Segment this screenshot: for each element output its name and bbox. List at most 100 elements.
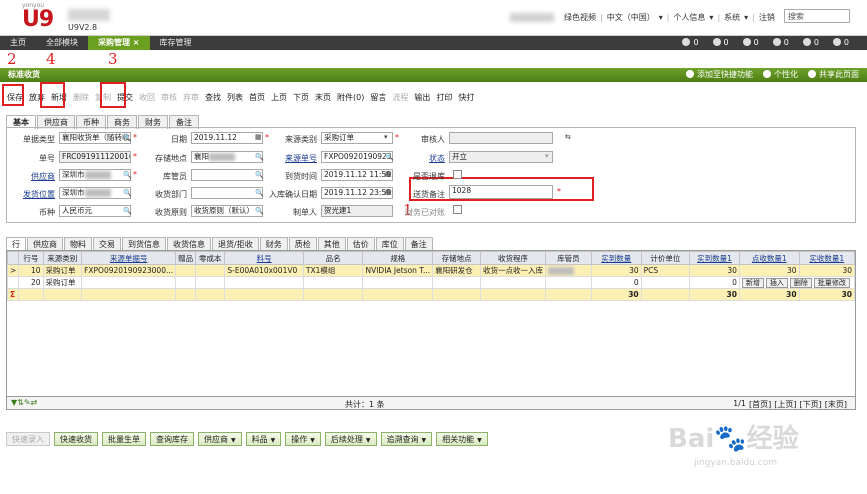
add-shortcut-link[interactable]: 添加至快捷功能 [686,68,753,82]
table-cell[interactable]: 0 [590,276,642,289]
counter[interactable]: 0 [832,38,849,47]
recall-button[interactable]: 收回 [136,92,158,103]
table-cell[interactable] [544,276,592,289]
column-header[interactable]: 品名 [302,251,364,265]
related-functions-menu-button[interactable]: 相关功能 ▼ [436,432,488,446]
tab-inventory[interactable]: 库存管理 [150,36,202,50]
arrival-time-field[interactable]: 2019.11.12 11:59:06 [321,169,393,181]
table-cell[interactable] [640,276,691,289]
column-header[interactable]: 来源类别 [42,251,83,265]
quick-receive-button[interactable]: 快速收货 [54,432,98,446]
first-page-button[interactable]: 首页 [246,92,268,103]
pager-prev-button[interactable]: [上页] [774,399,796,410]
workflow-button[interactable]: 流程 [389,92,411,103]
tab-line-qc[interactable]: 质检 [288,237,317,251]
counter[interactable]: 0 [772,38,789,47]
link-logout[interactable]: 注销 [759,12,775,23]
tab-line-transaction[interactable]: 交易 [93,237,121,251]
column-header[interactable]: 实收数量1 [798,251,855,265]
storage-location-field[interactable]: 襄阳 [191,151,263,163]
ship-location-label[interactable]: 发货位置 [11,189,55,200]
table-cell[interactable]: 0 [689,276,740,289]
source-type-select[interactable]: 采购订单 [321,132,393,144]
pager-first-button[interactable]: [首页] [749,399,771,410]
trace-query-menu-button[interactable]: 追溯查询 ▼ [380,432,433,446]
link-icon[interactable]: ⇆ [565,133,571,141]
last-page-button[interactable]: 末页 [312,92,334,103]
search-icon[interactable]: 🔍 [123,134,132,142]
date-field[interactable]: 2019.11.12 [191,132,263,144]
delete-button[interactable]: 删除 [70,92,92,103]
search-icon[interactable]: 🔍 [123,207,132,215]
source-no-field[interactable]: FXPO09201909230002 [321,151,393,163]
tab-line-bin[interactable]: 库位 [375,237,404,251]
counter[interactable]: 0 [802,38,819,47]
search-icon[interactable]: 🔍 [123,171,132,179]
link-system[interactable]: 系统 [724,12,740,23]
message-button[interactable]: 留言 [367,92,389,103]
calendar-icon[interactable]: ▦ [255,133,262,141]
chevron-down-icon[interactable]: ▾ [384,133,388,141]
tab-line-material[interactable]: 物料 [64,237,92,251]
list-button[interactable]: 列表 [224,92,246,103]
search-icon[interactable]: 🔍 [123,189,132,197]
link-language[interactable]: 中文（中国） [607,12,655,23]
currency-field[interactable]: 人民币元 [59,205,131,217]
table-cell[interactable]: 30 [738,264,800,277]
table-cell[interactable]: 20 [18,276,44,289]
next-page-button[interactable]: 下页 [290,92,312,103]
search-icon[interactable]: 🔍 [255,171,264,179]
table-cell[interactable]: 30 [689,264,740,277]
search-icon[interactable]: 🔍 [255,153,264,161]
item-menu-button[interactable]: 料品 ▼ [245,432,282,446]
row-batch-edit-button[interactable]: 批量修改 [813,277,850,288]
counter[interactable]: 0 [682,38,699,47]
pager-next-button[interactable]: [下页] [800,399,822,410]
follow-up-menu-button[interactable]: 后续处理 ▼ [324,432,377,446]
query-inventory-button[interactable]: 查询库存 [150,432,194,446]
table-cell[interactable]: 10 [18,264,44,277]
table-cell[interactable]: NVIDIA Jetson T... [362,264,434,277]
column-header[interactable]: 实到数量 [590,251,642,265]
tab-line-supplier[interactable]: 供应商 [27,237,63,251]
row-delete-button[interactable]: 删除 [789,277,812,288]
tab-line-return[interactable]: 退货/拒收 [212,237,259,251]
search-input[interactable]: 搜索 [784,9,850,23]
row-insert-button[interactable]: 插入 [765,277,788,288]
approve-button[interactable]: 审核 [158,92,180,103]
table-cell[interactable]: PCS [640,264,691,277]
status-label[interactable]: 状态 [399,153,445,164]
column-header[interactable]: 来源单据号 [81,251,177,265]
column-header[interactable]: 实到数量1 [689,251,740,265]
tab-line-estimate[interactable]: 估价 [346,237,375,251]
warehouse-clerk-field[interactable] [191,169,263,181]
table-cell[interactable]: 襄阳研发仓 [432,264,481,277]
quick-print-button[interactable]: 快打 [455,92,477,103]
calendar-icon[interactable]: ▦ [385,170,392,178]
tab-purchasing[interactable]: 采购管理 × [88,36,150,50]
table-cell[interactable] [224,276,304,289]
table-cell[interactable] [362,276,434,289]
pager-last-button[interactable]: [末页] [825,399,847,410]
share-page-link[interactable]: 共享此页面 [808,68,859,82]
status-field[interactable]: 开立 [449,151,553,163]
table-cell[interactable] [302,276,364,289]
table-cell[interactable] [195,276,226,289]
table-cell[interactable] [175,276,197,289]
search-icon[interactable]: 🔍 [255,207,264,215]
receiving-dept-field[interactable] [191,187,263,199]
returned-checkbox[interactable] [453,170,462,179]
table-cell[interactable]: 采购订单 [42,276,83,289]
counter[interactable]: 0 [712,38,729,47]
table-cell[interactable]: 采购订单 [42,264,83,277]
table-cell[interactable] [195,264,226,277]
link-personal-info[interactable]: 个人信息 [673,12,705,23]
tab-all-modules[interactable]: 全部模块 [36,36,88,50]
column-header[interactable]: 赠品 [175,251,197,265]
source-no-label[interactable]: 来源单号 [269,153,317,164]
tab-line-remarks[interactable]: 备注 [404,237,433,251]
tab-home[interactable]: 主页 [0,36,36,50]
table-cell[interactable] [432,276,481,289]
doc-no-field[interactable]: FRC091911120016 [59,151,131,163]
table-cell[interactable]: 30 [590,264,642,277]
